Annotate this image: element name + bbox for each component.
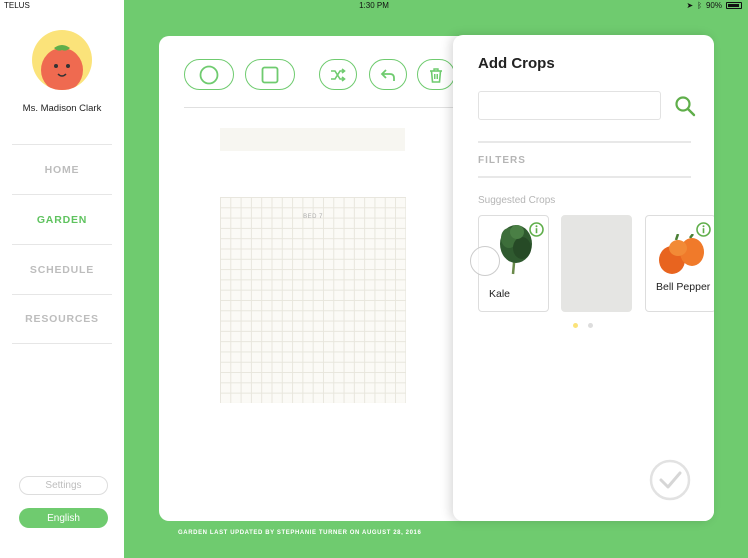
bluetooth-icon: ᛒ — [697, 1, 702, 10]
tomato-avatar-icon — [41, 45, 83, 90]
settings-button[interactable]: Settings — [19, 476, 108, 495]
crop-search-input[interactable] — [478, 91, 661, 120]
panel-title: Add Crops — [478, 55, 555, 72]
location-icon: ➤ — [686, 1, 694, 10]
crop-name: Bell Pepper — [656, 281, 711, 293]
info-icon[interactable] — [696, 222, 711, 237]
suggested-crops-carousel[interactable]: Kale Bell Pepper — [478, 215, 714, 313]
add-circle-bed-button[interactable] — [184, 59, 234, 90]
crop-card-bell-pepper[interactable]: Bell Pepper — [645, 215, 714, 312]
status-right: ➤ ᛒ 90% — [686, 1, 742, 10]
filters-divider — [478, 176, 691, 178]
confirm-button[interactable] — [649, 459, 691, 501]
sidebar-nav: HOME GARDEN SCHEDULE RESOURCES — [12, 144, 112, 344]
search-button[interactable] — [673, 94, 697, 118]
garden-name-field[interactable] — [220, 128, 405, 151]
bed-label: BED 7 — [303, 214, 323, 220]
carousel-dot[interactable] — [573, 323, 578, 328]
suggested-crops-heading: Suggested Crops — [478, 195, 556, 206]
shuffle-icon — [331, 67, 346, 82]
status-time: 1:30 PM — [359, 1, 389, 10]
trash-button[interactable] — [417, 59, 455, 90]
battery-percent: 90% — [705, 1, 722, 10]
info-icon[interactable] — [529, 222, 544, 237]
touch-indicator — [470, 246, 500, 276]
crop-name: Kale — [489, 288, 511, 300]
status-bar: TELUS 1:30 PM ➤ ᛒ 90% — [0, 0, 748, 12]
avatar[interactable] — [32, 30, 92, 90]
bell-pepper-icon — [659, 234, 704, 274]
user-name: Ms. Madison Clark — [22, 103, 102, 114]
circle-shape-icon — [199, 65, 219, 84]
trash-icon — [430, 67, 442, 83]
nav-garden[interactable]: GARDEN — [12, 194, 112, 244]
carousel-dot[interactable] — [588, 323, 593, 328]
sidebar: Ms. Madison Clark HOME GARDEN SCHEDULE R… — [0, 0, 124, 558]
nav-resources[interactable]: RESOURCES — [12, 294, 112, 344]
add-square-bed-button[interactable] — [245, 59, 295, 90]
garden-bed-grid[interactable]: BED 7 — [220, 197, 406, 403]
garden-updated-note: GARDEN LAST UPDATED BY STEPHANIE TURNER … — [178, 530, 422, 536]
undo-icon — [380, 68, 395, 81]
square-shape-icon — [261, 66, 279, 83]
checkmark-icon — [649, 459, 691, 501]
battery-icon — [726, 2, 742, 9]
add-crops-panel: Add Crops FILTERS Suggested Crops Kale B… — [453, 35, 714, 521]
nav-schedule[interactable]: SCHEDULE — [12, 244, 112, 294]
toolbar-divider — [184, 107, 459, 108]
shuffle-button[interactable] — [319, 59, 357, 90]
nav-home[interactable]: HOME — [12, 144, 112, 194]
search-divider — [478, 141, 691, 143]
undo-button[interactable] — [369, 59, 407, 90]
filters-toggle[interactable]: FILTERS — [478, 155, 526, 166]
language-button[interactable]: English — [19, 508, 108, 528]
crop-card-placeholder[interactable] — [561, 215, 632, 312]
carousel-dots — [573, 323, 593, 328]
search-icon — [675, 96, 696, 117]
